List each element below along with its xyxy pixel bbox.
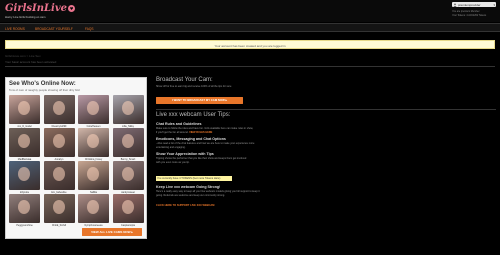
emoticons-title: Emoticons, Messaging and Chat Options (156, 137, 226, 141)
cam-tile[interactable]: Bunny_Smart (112, 128, 144, 162)
notice-text: Your account has been created and you ar… (214, 43, 286, 48)
tips-appreciation-text-2: with you even more as you tip. (156, 160, 190, 164)
cam-tile[interactable]: Caspiantopia (112, 194, 144, 228)
site-logo[interactable]: GirlsInLive ♥ (5, 3, 75, 14)
cam-tile[interactable]: xxx_lil_model (9, 95, 40, 129)
logo-badge-icon: ♥ (68, 5, 75, 12)
cam-name[interactable]: Peggysunshine (9, 224, 40, 227)
whos-online-subtitle: Tons of cam of naughty people showing of… (9, 88, 81, 92)
cam-thumbnail[interactable] (43, 194, 75, 223)
chevron-down-icon: ▾ (493, 2, 495, 7)
keep-going-title: Keep Live xxx webcam Going Strong! (156, 185, 221, 189)
cam-thumbnail[interactable] (78, 161, 109, 190)
view-all-cams-button[interactable]: VIEW ALL LIVE CAMS NOW ▸ (82, 228, 142, 236)
cam-thumbnail[interactable] (43, 128, 75, 157)
token-balance: Your Tokens: 4 ACCESS Tokens (452, 14, 487, 17)
chat-rules-text-2: if you'll get the fun all around. VIEW R… (156, 131, 212, 134)
cam-tile[interactable]: Em_babesline (43, 161, 75, 195)
cam-thumbnail[interactable] (43, 161, 75, 190)
login-notice: Your account has been created and you ar… (5, 40, 495, 49)
emoticons-text-2: entertaining and engaging. (156, 145, 186, 149)
cam-thumbnail[interactable] (112, 95, 144, 124)
cam-tile[interactable]: Christina_honey (78, 128, 109, 162)
broadcast-heading: Broadcast Your Cam: (156, 77, 213, 83)
cam-tile[interactable]: MadBaristaa (9, 128, 40, 162)
cam-tile[interactable]: Lillie_Nikky (112, 95, 144, 129)
cam-thumbnail[interactable] (9, 194, 40, 223)
breadcrumb: GirlsInLive.com > Live Sex (5, 54, 41, 58)
cam-name[interactable]: Nymphovaneesa (78, 224, 109, 227)
main-nav: LIVE ROOMS BROADCAST YOURSELF FAQS (0, 23, 500, 32)
broadcast-text: Show off for free to earn big and receiv… (156, 85, 232, 88)
support-link[interactable]: CLICK HERE TO SUPPORT LIVE XXX WEBCAM (156, 204, 214, 207)
cam-tile[interactable]: ChloE_Sinfull (43, 194, 75, 228)
site-header: GirlsInLive ♥ Horny Live Girls Fucking on… (0, 0, 500, 22)
username: premiumprovider (458, 2, 481, 7)
cam-thumbnail[interactable] (112, 161, 144, 190)
cam-thumbnail[interactable] (9, 95, 40, 124)
cam-tile[interactable]: Annalyn (43, 128, 75, 162)
chat-rules-title: Chat Rules and Guidelines (156, 122, 202, 126)
cam-tile[interactable]: Nymphovaneesa (78, 194, 109, 228)
membership-status: You are premium Member (452, 10, 480, 13)
view-rules-link[interactable]: VIEW RULES HERE (189, 131, 212, 134)
nav-broadcast-yourself[interactable]: BROADCAST YOURSELF (35, 27, 73, 31)
whos-online-panel: See Who's Online Now: Tons of cam of nau… (5, 77, 147, 239)
cam-tile[interactable]: Peggysunshine (9, 194, 40, 228)
cam-thumbnail[interactable] (78, 95, 109, 124)
nav-live-rooms[interactable]: LIVE ROOMS (5, 27, 25, 31)
cam-thumbnail[interactable] (43, 95, 75, 124)
divider (156, 109, 496, 110)
divider (5, 66, 495, 67)
cam-name[interactable]: Caspiantopia (113, 224, 144, 227)
tips-heading: Live xxx webcam User Tips: (156, 112, 231, 118)
cam-tile[interactable]: Sallilia (78, 161, 109, 195)
token-balance-banner[interactable]: You currently have 4 TOKENS (Get more To… (156, 176, 232, 181)
cam-tile[interactable]: candyxsweet (112, 161, 144, 195)
cam-tile[interactable]: lollycutie (9, 161, 40, 195)
whos-online-title: See Who's Online Now: (9, 81, 76, 87)
site-tagline: Horny Live Girls Fucking on cam (5, 15, 46, 19)
cam-name[interactable]: ChloE_Sinfull (44, 224, 75, 227)
tips-appreciation-title: Show Your Appreciation with Tips (156, 152, 214, 156)
cam-thumbnail[interactable] (78, 194, 109, 223)
logo-text: GirlsInLive (5, 3, 67, 14)
user-icon (453, 3, 457, 7)
cam-thumbnail[interactable] (78, 128, 109, 157)
chat-rules-text-2-body: if you'll get the fun all around. (156, 130, 189, 134)
nav-faqs[interactable]: FAQS (85, 27, 94, 31)
cam-tile[interactable]: CutieHeaven (78, 95, 109, 129)
user-menu: premiumprovider ▾ You are premium Member… (452, 2, 496, 20)
cam-thumbnail[interactable] (9, 161, 40, 190)
broadcast-cam-button[interactable]: I WANT TO BROADCAST MY CAM NOW ▸ (156, 97, 243, 104)
account-status: Your basic account has been activated (5, 60, 57, 64)
user-dropdown[interactable]: premiumprovider ▾ (452, 2, 496, 7)
cam-thumbnail[interactable] (112, 128, 144, 157)
keep-going-text-2: going. Referrals are welcome and keep ou… (156, 193, 225, 197)
cam-tile[interactable]: DreamyGirl99 (43, 95, 75, 129)
cam-thumbnail[interactable] (112, 194, 144, 223)
cam-thumbnail[interactable] (9, 128, 40, 157)
